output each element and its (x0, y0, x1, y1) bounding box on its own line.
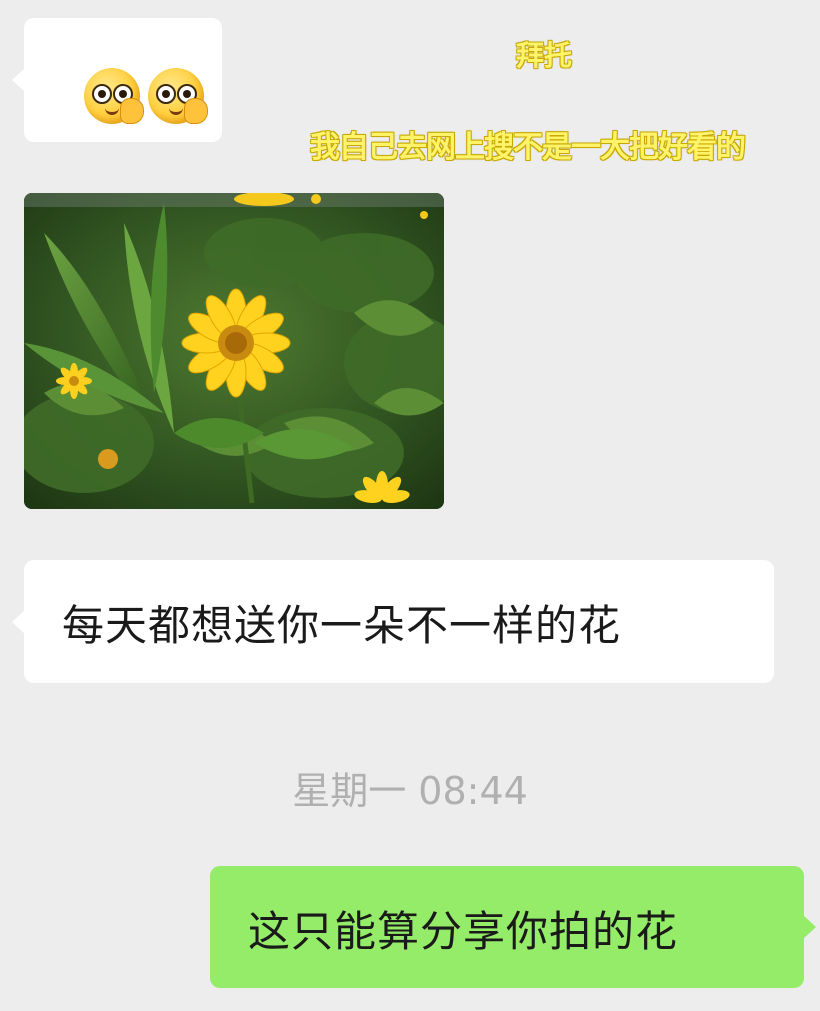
caption-line-1: 拜托 (516, 39, 573, 72)
outgoing-text-message[interactable]: 这只能算分享你拍的花 (210, 866, 816, 988)
message-text: 每天都想送你一朵不一样的花 (62, 601, 622, 650)
incoming-text-message[interactable]: 每天都想送你一朵不一样的花 (12, 560, 774, 683)
caption-line-2: 我自己去网上搜不是一大把好看的 (310, 130, 746, 165)
flower-photo-message[interactable] (24, 193, 444, 509)
sticker-message[interactable] (12, 18, 222, 142)
thinking-face-emoji-icon (84, 68, 144, 124)
yellow-flower-image (24, 193, 444, 509)
chat-timestamp: 星期一 08:44 (292, 769, 528, 813)
message-text: 这只能算分享你拍的花 (248, 907, 679, 956)
thinking-face-emoji-icon (148, 68, 208, 124)
